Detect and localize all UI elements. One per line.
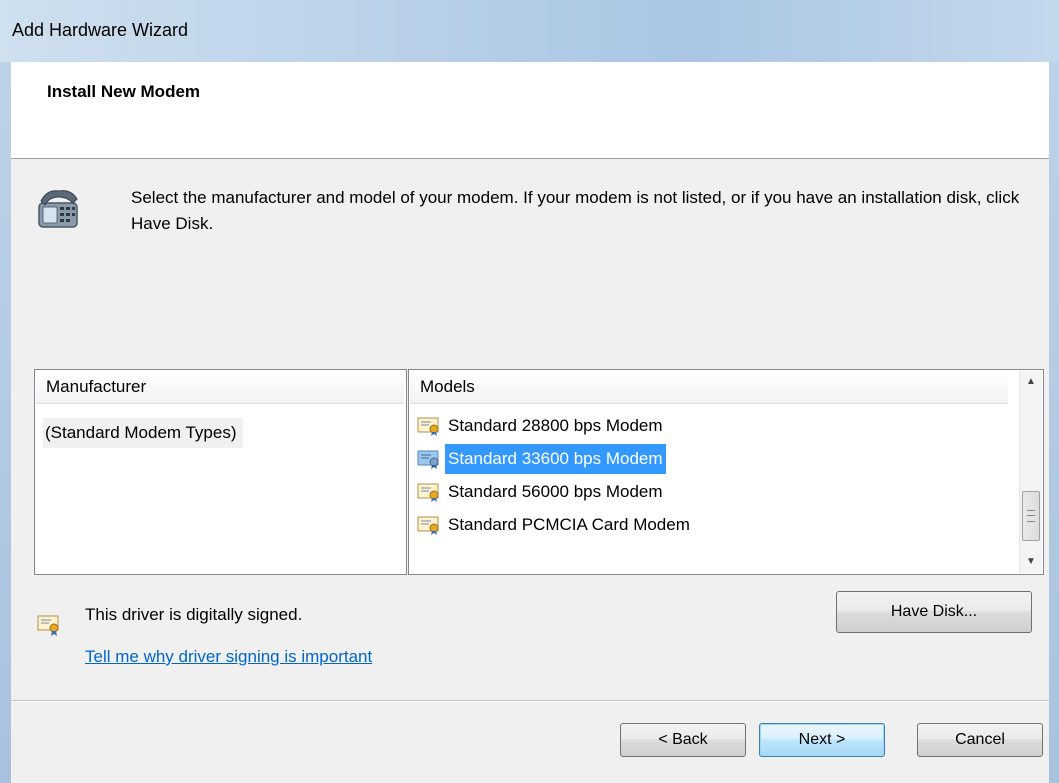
model-label: Standard 28800 bps Modem	[448, 416, 663, 435]
manufacturer-item[interactable]: (Standard Modem Types)	[43, 418, 243, 448]
signed-driver-icon	[417, 516, 439, 535]
title-bar: Add Hardware Wizard	[0, 0, 1059, 62]
page-title: Install New Modem	[47, 82, 201, 101]
model-item[interactable]: Standard 28800 bps Modem	[417, 411, 666, 441]
modem-phone-icon	[38, 190, 78, 228]
instruction-text: Select the manufacturer and model of you…	[131, 188, 1020, 233]
signed-driver-icon	[417, 483, 439, 502]
models-scrollbar[interactable]: ▲ ▼	[1019, 371, 1042, 573]
next-button[interactable]: Next >	[759, 723, 885, 757]
footer-divider-highlight	[11, 701, 1049, 702]
window-border-left	[0, 62, 11, 783]
scroll-up-arrow-icon[interactable]: ▲	[1020, 371, 1042, 393]
models-list[interactable]: Models Standard 28800 bps Modem Standard…	[408, 369, 1044, 575]
wizard-content: Select the manufacturer and model of you…	[11, 159, 1049, 699]
window-title: Add Hardware Wizard	[12, 20, 189, 40]
model-item[interactable]: Standard 56000 bps Modem	[417, 477, 666, 507]
scrollbar-thumb[interactable]	[1022, 491, 1040, 541]
wizard-header: Install New Modem	[11, 62, 1049, 159]
model-label: Standard 56000 bps Modem	[448, 482, 663, 501]
driver-signing-link[interactable]: Tell me why driver signing is important	[85, 644, 372, 670]
have-disk-button[interactable]: Have Disk...	[836, 591, 1032, 633]
signed-driver-icon	[417, 450, 439, 469]
signed-driver-icon	[417, 417, 439, 436]
grip-icon	[1027, 510, 1035, 522]
window-border-right	[1049, 62, 1059, 783]
manufacturer-list[interactable]: Manufacturer (Standard Modem Types)	[34, 369, 407, 575]
model-label: Standard 33600 bps Modem	[445, 444, 666, 474]
back-button[interactable]: < Back	[620, 723, 746, 757]
model-label: Standard PCMCIA Card Modem	[448, 515, 690, 534]
cancel-button[interactable]: Cancel	[917, 723, 1043, 757]
signing-status-text: This driver is digitally signed.	[85, 605, 303, 624]
model-item-selected[interactable]: Standard 33600 bps Modem	[417, 444, 666, 474]
manufacturer-column-header[interactable]: Manufacturer	[36, 371, 404, 404]
scroll-down-arrow-icon[interactable]: ▼	[1020, 551, 1042, 573]
signed-driver-icon	[37, 615, 59, 636]
model-item[interactable]: Standard PCMCIA Card Modem	[417, 510, 693, 540]
models-column-header[interactable]: Models	[410, 371, 1008, 404]
